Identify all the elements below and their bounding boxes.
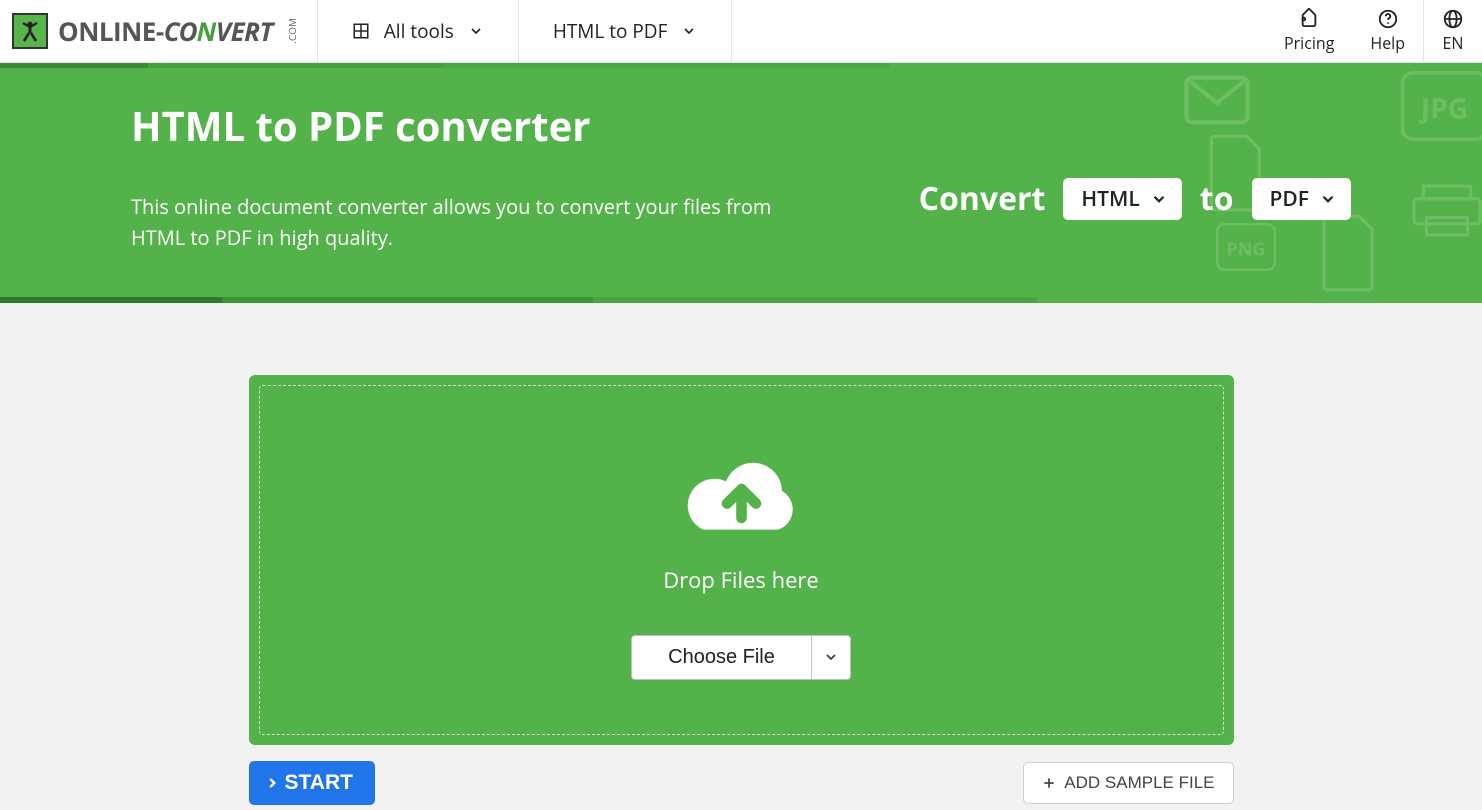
logo-mark-icon [12,13,48,49]
chevron-right-icon [265,774,279,792]
file-drop-zone[interactable]: Drop Files here Choose File [249,375,1234,745]
header-spacer [732,0,1266,62]
page-description: This online document converter allows yo… [131,191,781,253]
action-row: START ADD SAMPLE FILE [249,761,1234,805]
all-tools-menu[interactable]: All tools [318,0,518,62]
chevron-down-icon [1150,190,1168,208]
all-tools-label: All tools [384,18,454,44]
chevron-down-icon [823,649,839,665]
current-tool-label: HTML to PDF [553,18,668,44]
help-icon [1377,8,1399,30]
start-label: START [285,771,353,795]
help-link[interactable]: Help [1352,0,1423,62]
from-format-value: HTML [1081,185,1139,213]
chevron-down-icon [468,23,484,39]
page-title: HTML to PDF converter [131,98,879,153]
cloud-upload-icon [674,441,809,541]
pricing-link[interactable]: Pricing [1266,0,1352,62]
current-tool-menu[interactable]: HTML to PDF [519,0,732,62]
header-bar: ONLINE-CONVERT .COM All tools HTML to PD… [0,0,1482,63]
hero-bottom-accent [0,297,1482,303]
language-switch[interactable]: EN [1424,0,1482,62]
logo-text: ONLINE-CONVERT [58,13,273,49]
start-button[interactable]: START [249,761,375,805]
add-sample-file-button[interactable]: ADD SAMPLE FILE [1023,762,1233,804]
to-format-select[interactable]: PDF [1252,178,1352,220]
to-format-value: PDF [1270,185,1310,213]
drop-inner: Drop Files here Choose File [259,385,1224,735]
logo-tld: .COM [285,18,299,44]
tag-icon [1298,8,1320,30]
jpg-badge-icon: JPG [1397,71,1482,141]
plus-icon [1042,776,1056,790]
svg-text:JPG: JPG [1418,89,1468,127]
language-label: EN [1443,32,1464,54]
help-label: Help [1370,32,1405,54]
to-label: to [1200,177,1234,220]
globe-icon [1442,8,1464,30]
pricing-label: Pricing [1284,32,1334,54]
grid-icon [352,22,370,40]
drop-text: Drop Files here [663,565,819,595]
sample-label: ADD SAMPLE FILE [1064,773,1214,793]
printer-icon [1407,183,1482,238]
chevron-down-icon [1319,190,1337,208]
choose-file-group: Choose File [631,635,851,680]
convert-label: Convert [919,177,1046,220]
choose-file-more-button[interactable] [811,635,851,680]
chevron-down-icon [681,23,697,39]
main-content: Drop Files here Choose File START ADD SA… [249,375,1234,805]
logo[interactable]: ONLINE-CONVERT .COM [0,0,317,62]
convert-picker: Convert HTML to PDF [919,98,1351,253]
choose-file-button[interactable]: Choose File [631,635,811,680]
from-format-select[interactable]: HTML [1063,178,1181,220]
hero-section: JPG PNG HTML to PDF converter This onlin… [0,63,1482,303]
